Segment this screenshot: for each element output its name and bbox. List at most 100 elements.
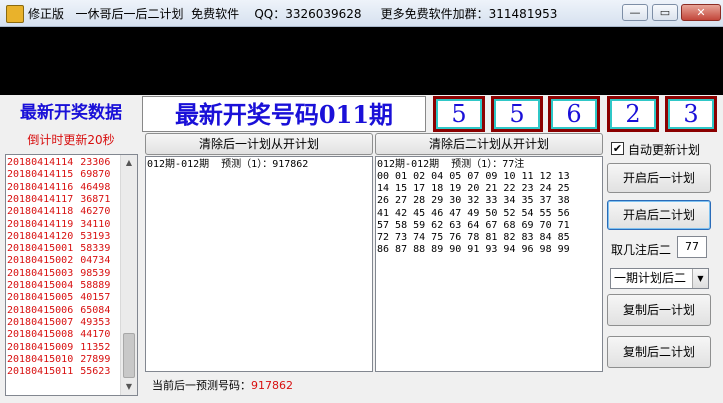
history-row: 20180415010 27899 (7, 354, 110, 366)
history-row: 20180415005 40157 (7, 292, 110, 304)
history-row: 20180414118 46270 (7, 206, 110, 218)
plan1-textbox[interactable]: 012期-012期 预测（1）：917862 (145, 156, 373, 372)
draw-digit-2: 5 (491, 96, 543, 132)
status-value: 917862 (251, 379, 293, 392)
plan2-number-line: 26 27 28 29 30 32 33 34 35 37 38 (377, 195, 570, 207)
history-issue: 20180414118 (7, 206, 74, 218)
history-issue: 20180415006 (7, 304, 74, 316)
history-row: 20180415001 58339 (7, 243, 110, 255)
history-row: 20180414117 36871 (7, 194, 110, 206)
start-plan2-button[interactable]: 开启后二计划 (607, 200, 711, 230)
maximize-icon: ▭ (659, 6, 671, 19)
history-row: 20180414120 53193 (7, 231, 110, 243)
history-scrollbar[interactable]: ▲ ▼ (120, 155, 137, 395)
window-title: 修正版 一休哥后一后二计划 免费软件 QQ：3326039628 更多免费软件加… (28, 7, 558, 21)
close-icon: ✕ (696, 6, 706, 19)
minimize-button[interactable]: — (622, 4, 648, 21)
history-number: 40157 (80, 292, 111, 304)
plan2-number-line: 72 73 74 75 76 78 81 82 83 84 85 (377, 232, 570, 243)
history-row: 20180415009 11352 (7, 342, 110, 354)
chevron-down-icon[interactable]: ▼ (692, 269, 708, 288)
status-label: 当前后一预测号码： (152, 379, 251, 392)
history-issue: 20180414115 (7, 169, 74, 181)
history-number: 53193 (80, 230, 111, 242)
auto-update-checkbox[interactable]: ✔ (611, 142, 624, 155)
history-number: 65084 (80, 304, 111, 316)
history-issue: 20180415003 (7, 267, 74, 279)
history-row: 20180414116 46498 (7, 182, 110, 194)
draw-history-list[interactable]: 20180414114 23306 20180414115 69870 20180414… (5, 154, 138, 396)
history-issue: 20180414116 (7, 181, 74, 193)
history-issue: 20180415007 (7, 316, 74, 328)
latest-data-label: 最新开奖数据 (20, 103, 122, 123)
history-issue: 20180415008 (7, 329, 74, 341)
title-bar: 修正版 一休哥后一后二计划 免费软件 QQ：3326039628 更多免费软件加… (0, 0, 723, 27)
history-issue: 20180415002 (7, 255, 74, 267)
countdown-label: 倒计时更新20秒 (27, 133, 115, 147)
history-row: 20180415003 98539 (7, 268, 110, 280)
current-prediction-status: 当前后一预测号码：917862 (152, 377, 293, 393)
history-issue: 20180415009 (7, 341, 74, 353)
plan2-number-line: 14 15 17 18 19 20 21 22 23 24 25 (377, 183, 570, 195)
history-number: 36871 (80, 193, 111, 205)
plan2-number-line: 86 87 88 89 90 91 93 94 96 98 99 (377, 244, 570, 256)
history-number: 98539 (80, 267, 111, 279)
history-number: 58339 (80, 243, 111, 255)
history-number: 46498 (80, 181, 111, 193)
take-count-input[interactable]: 77 (677, 236, 707, 258)
plan2-number-line: 41 42 45 46 47 49 50 52 54 55 56 (377, 207, 570, 219)
plan2-number-line: 57 58 59 62 63 64 67 68 69 70 71 (377, 219, 570, 231)
clear-plan2-button[interactable]: 清除后二计划从开计划 (375, 133, 603, 155)
copy-plan2-button[interactable]: 复制后二计划 (607, 336, 711, 368)
history-issue: 20180415005 (7, 292, 74, 304)
draw-digit-1: 5 (433, 96, 485, 132)
history-row: 20180415004 58889 (7, 280, 110, 292)
history-row: 20180415011 55623 (7, 366, 110, 378)
history-number: 69870 (80, 169, 111, 181)
app-icon (6, 5, 24, 23)
history-issue: 20180414114 (7, 157, 74, 168)
draw-digit-5: 3 (665, 96, 717, 132)
scroll-up-icon[interactable]: ▲ (121, 155, 137, 171)
history-number: 23306 (80, 157, 111, 168)
plan2-number-line: 00 01 02 04 05 07 09 10 11 12 13 (377, 171, 570, 182)
plan2-textbox[interactable]: 012期-012期 预测（1）：77注 00 01 02 04 05 07 09… (375, 156, 603, 372)
history-number: 34110 (80, 218, 111, 230)
history-row: 20180415002 04734 (7, 255, 110, 267)
history-issue: 20180414119 (7, 218, 74, 230)
auto-update-label: 自动更新计划 (628, 143, 701, 157)
history-row: 20180414114 23306 (7, 157, 110, 169)
start-plan1-button[interactable]: 开启后一计划 (607, 163, 711, 193)
plan1-text: 012期-012期 预测（1）：917862 (147, 159, 309, 170)
history-row: 20180415008 44170 (7, 329, 110, 341)
history-number: 58889 (80, 280, 111, 291)
history-issue: 20180415001 (7, 243, 74, 255)
close-button[interactable]: ✕ (681, 4, 721, 21)
period-select[interactable]: 一期计划后二 ▼ (610, 268, 709, 289)
history-row: 20180415007 49353 (7, 317, 110, 329)
history-issue: 20180414120 (7, 230, 74, 242)
history-issue: 20180415011 (7, 366, 74, 378)
history-number: 11352 (80, 341, 111, 353)
history-issue: 20180414117 (7, 193, 74, 205)
maximize-button[interactable]: ▭ (652, 4, 678, 21)
draw-digit-4: 2 (607, 96, 659, 132)
clear-plan1-button[interactable]: 清除后一计划从开计划 (145, 133, 373, 155)
history-number: 44170 (80, 329, 111, 341)
scroll-down-icon[interactable]: ▼ (121, 379, 137, 395)
history-issue: 20180415010 (7, 353, 74, 365)
black-banner (0, 27, 723, 95)
take-count-label: 取几注后二 (611, 243, 672, 257)
scroll-thumb[interactable] (123, 333, 135, 378)
history-number: 49353 (80, 316, 111, 328)
history-number: 04734 (80, 255, 111, 267)
draw-digit-3: 6 (548, 96, 600, 132)
minimize-icon: — (629, 6, 641, 19)
history-row: 20180415006 65084 (7, 305, 110, 317)
history-row: 20180414119 34110 (7, 219, 110, 231)
copy-plan1-button[interactable]: 复制后一计划 (607, 294, 711, 326)
history-issue: 20180415004 (7, 280, 74, 291)
history-number: 55623 (80, 366, 111, 378)
plan2-header: 012期-012期 预测（1）：77注 (377, 159, 525, 170)
history-number: 27899 (80, 353, 111, 365)
